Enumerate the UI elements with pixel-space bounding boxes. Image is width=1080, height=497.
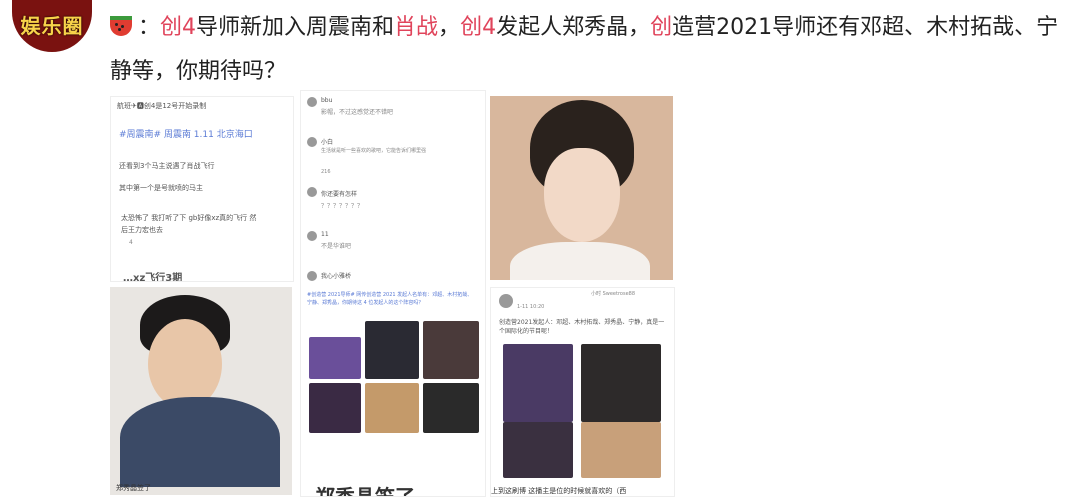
ss2-c2-user: 小白	[321, 139, 334, 146]
grid-photo	[423, 321, 479, 379]
ss2-c1-text: 影帽，不过这感觉还不错吧	[321, 109, 394, 116]
ss2-c5-user: 我心小雅桥	[321, 273, 352, 280]
post-image-1[interactable]: 航班✈🅰创4是12号开始录制 #周震南# 周震南 1.11 北京海口 还看到3个…	[110, 96, 294, 282]
user-avatar	[499, 294, 513, 308]
ss1-line3: 太恐怖了 我打听了下 gb好像xz真的飞行 然	[121, 214, 257, 222]
ss2-c2-likes: 216	[321, 169, 331, 175]
ss1-line4: 后王力宏也去	[121, 226, 163, 234]
portrait-hoodie	[120, 397, 280, 487]
ss1-line1: 还看到3个马主说遇了肖战飞行	[119, 162, 215, 170]
grid-photo	[309, 337, 361, 379]
ss1-top-line: 航班✈🅰创4是12号开始录制	[117, 102, 207, 110]
post-segment: 发起人郑秀晶，	[496, 15, 651, 40]
grid-photo	[309, 383, 361, 433]
grid-photo	[365, 383, 419, 433]
ss1-bottom: …xz飞行3期	[123, 273, 183, 282]
ss2-hashtag-block: #创造营 2021导师# 网传创造营 2021 发起人名单有：邓超、木村拓哉、宁…	[307, 292, 473, 306]
hashtag-chuang4-link-2[interactable]: 创4	[460, 15, 496, 40]
avatar-brand-text: 娱乐圈	[20, 14, 84, 38]
account-avatar[interactable]: 娱乐圈	[12, 0, 92, 52]
post-colon: ：	[138, 15, 161, 40]
ss2-c3-text: ？？？？？？？	[321, 203, 364, 210]
post-image-2[interactable]: bbu 影帽，不过这感觉还不错吧 小白 生活就是听一些喜欢的歌吧，它能告诉们哪里…	[300, 90, 486, 497]
grid-photo	[365, 321, 419, 379]
comment-avatar	[307, 187, 317, 197]
ss3-date: 1-11 10:20	[517, 304, 545, 310]
grid-photo	[581, 422, 661, 478]
ss2-c2-text: 生活就是听一些喜欢的歌吧，它能告诉们哪里强	[321, 148, 427, 154]
grid-photo	[581, 344, 661, 422]
post-image-3[interactable]	[490, 96, 673, 280]
comment-avatar	[307, 137, 317, 147]
ss2-c4-user: 11	[321, 231, 329, 238]
hashtag-chuang4-link[interactable]: 创4	[160, 15, 196, 40]
watermelon-icon	[110, 16, 132, 36]
ss1-line2: 其中第一个是号就喷的马主	[119, 184, 203, 192]
post-image-5[interactable]: 小时 Sweetrose88 1-11 10:20 创造营2021发起人：邓超、…	[490, 287, 675, 497]
ss3-text: 创造营2021发起人：邓超、木村拓哉、郑秀晶、宁静，真是一个国际化的节目呢！	[499, 319, 665, 335]
ss4-bottom-left: 郑秀晶笠了	[116, 484, 151, 492]
post-segment: 导师新加入周震南和	[196, 15, 395, 40]
mention-xiaozhan-link[interactable]: 肖战	[394, 15, 438, 40]
grid-photo	[503, 422, 573, 478]
comment-avatar	[307, 97, 317, 107]
ss2-c4-text: 不是华谁吧	[321, 243, 352, 250]
grid-photo	[423, 383, 479, 433]
hashtag-chuang-link[interactable]: 创	[650, 15, 672, 40]
ss1-hashtag: #周震南# 周震南 1.11 北京海口	[119, 130, 253, 140]
post-text: ：创4导师新加入周震南和肖战，创4发起人郑秀晶，创造营2021导师还有邓超、木村…	[110, 6, 1060, 94]
ss2-c1-user: bbu	[321, 97, 333, 104]
portrait-face	[148, 319, 222, 409]
comment-avatar	[307, 231, 317, 241]
post-segment: ，	[438, 15, 461, 40]
post-image-4[interactable]: 郑秀晶笠了	[110, 287, 292, 495]
portrait-face	[544, 148, 620, 242]
ss3-user-meta: 小时 Sweetrose88	[591, 291, 636, 297]
ss2-c3-user: 你还要有怎样	[321, 191, 358, 198]
portrait-shirt	[510, 242, 650, 280]
comment-avatar	[307, 271, 317, 281]
grid-photo	[503, 344, 573, 422]
ss1-likes: 4	[129, 239, 133, 246]
